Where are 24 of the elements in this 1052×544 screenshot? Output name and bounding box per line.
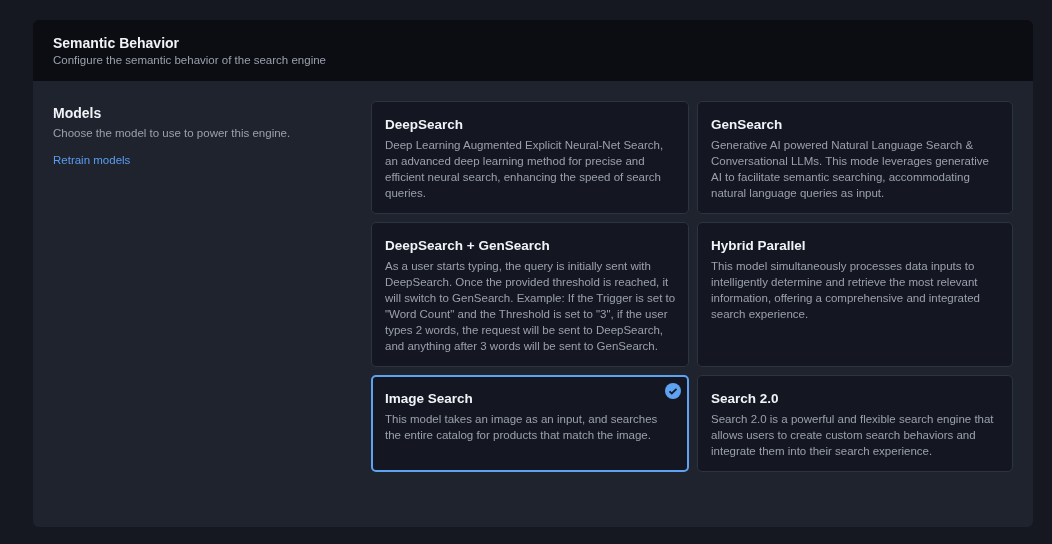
retrain-link[interactable]: Retrain models <box>53 152 131 168</box>
model-card[interactable]: Image Search This model takes an image as an input, and searches the entire catalog for products that match the image. <box>371 375 689 472</box>
model-name: Search 2.0 <box>711 390 780 408</box>
model-description: Deep Learning Augmented Explicit Neural-Net Search, an advanced deep learning method for precise and efficient neural search, enhancing the speed of search queries. <box>385 138 665 201</box>
model-name: DeepSearch + GenSearch <box>385 237 551 255</box>
model-description: As a user starts typing, the query is initially sent with DeepSearch. Once the provided threshold is reached, it will switch to GenSearch. Example: If the Trigger is set to "Word Count" and the Threshold is set to "3", if the user types 2 words, the request will be sent to DeepSearch, and anything after 3 words will be sent to GenSearch. <box>385 259 676 354</box>
model-card[interactable] <box>371 222 689 367</box>
section-title: Models <box>53 104 102 122</box>
model-card[interactable]: GenSearch Generative AI powered Natural Language Search & Conversational LLMs. This mode leverages generative AI to facilitate semantic searching, accommodating natural language queries as input. <box>697 101 1013 214</box>
model-name: Hybrid Parallel <box>711 237 807 255</box>
model-description: Search 2.0 is a powerful and flexible search engine that allows users to create custom search behaviors and integrate them into their search experience. <box>711 412 995 459</box>
model-description: Generative AI powered Natural Language Search & Conversational LLMs. This mode leverages generative AI to facilitate semantic searching, accommodating natural language queries as input. <box>711 138 990 201</box>
panel-title: Semantic Behavior <box>53 34 181 52</box>
model-description: This model simultaneously processes data inputs to intelligently determine and retrieve the most relevant information, offering a comprehensive and integrated search experience. <box>711 259 981 322</box>
check-icon <box>665 383 681 399</box>
model-name: GenSearch <box>711 116 784 134</box>
model-name: DeepSearch <box>385 116 465 134</box>
model-card[interactable]: Hybrid Parallel This model simultaneously processes data inputs to intelligently determine and retrieve the most relevant information, offering a comprehensive and integrated search experience. <box>697 222 1013 367</box>
section-description: Choose the model to use to power this engine. <box>53 126 291 141</box>
model-card[interactable]: DeepSearch Deep Learning Augmented Explicit Neural-Net Search, an advanced deep learning method for precise and efficient neural search, enhancing the speed of search queries. <box>371 101 689 214</box>
model-name: Image Search <box>385 390 474 408</box>
panel-subtitle: Configure the semantic behavior of the search engine <box>53 53 327 68</box>
model-description: This model takes an image as an input, and searches the entire catalog for products that match the image. <box>385 412 659 443</box>
model-card[interactable]: Search 2.0 Search 2.0 is a powerful and flexible search engine that allows users to create custom search behaviors and integrate them into their search experience. <box>697 375 1013 472</box>
